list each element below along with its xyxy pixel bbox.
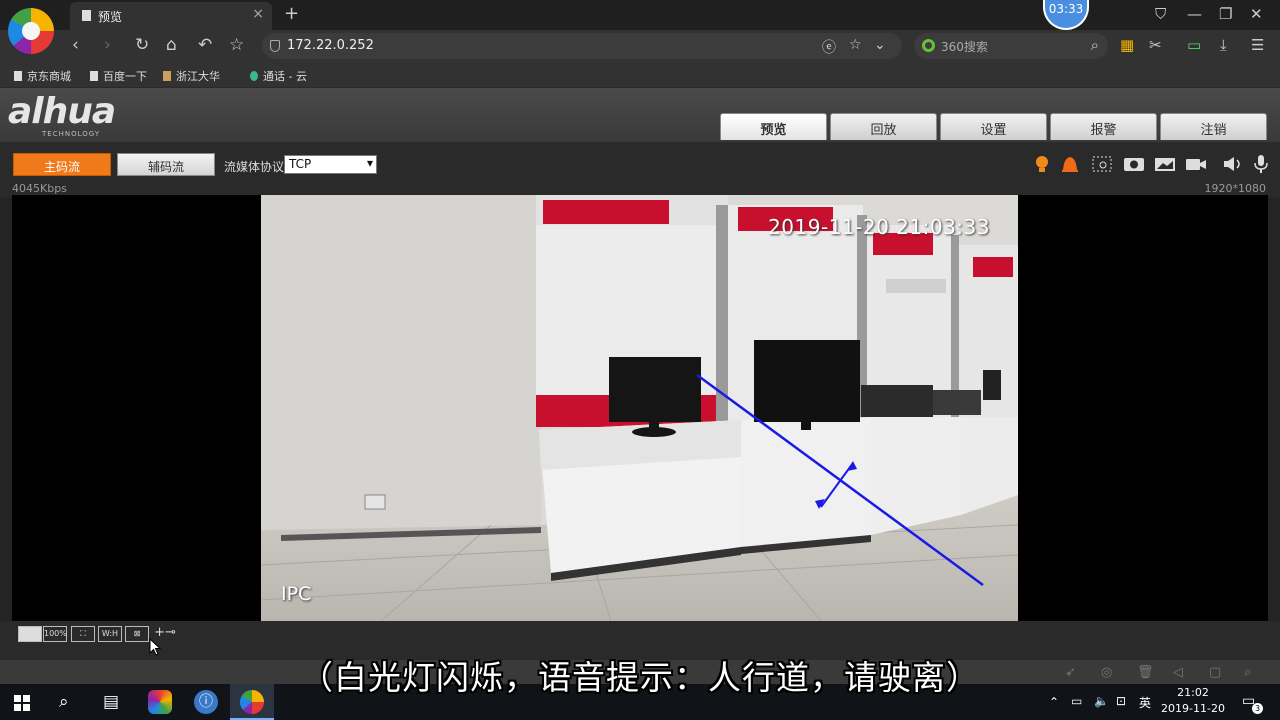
chevron-down-icon[interactable]: ⌄ — [874, 37, 886, 53]
bookmark-item[interactable]: 百度一下 — [90, 68, 147, 84]
bookmarks-bar: 京东商城 百度一下 浙江大华 通话 - 云 — [0, 62, 1280, 88]
bookmark-page-icon — [14, 71, 22, 81]
page-icon — [82, 10, 91, 21]
browser-tab[interactable]: 预览 × — [70, 2, 272, 30]
minimize-icon[interactable]: — — [1187, 5, 1202, 23]
ie-mode-icon[interactable]: ⓔ — [822, 37, 836, 57]
fullscreen-icon[interactable]: ⛶ — [71, 626, 95, 642]
clock-badge: 03:33 — [1043, 0, 1089, 30]
restore-icon[interactable]: ❐ — [1219, 5, 1232, 23]
app-header: alhua TECHNOLOGY 预览 回放 设置 报警 注销 — [0, 88, 1280, 142]
bookmark-page-icon — [90, 71, 98, 81]
security-shield-icon — [270, 40, 280, 52]
record-video-icon[interactable] — [1185, 154, 1207, 174]
preview-toolbar: 主码流 辅码流 流媒体协议 TCP ▾ 4045Kbps 1920*1080 — [0, 142, 1280, 198]
brand-logo: alhua TECHNOLOGY — [8, 91, 116, 139]
protocol-value: TCP — [289, 157, 312, 171]
reload-icon[interactable]: ↻ — [135, 35, 149, 55]
resolution-readout: 1920*1080 — [1204, 182, 1267, 195]
menu-icon[interactable]: ☰ — [1251, 36, 1264, 54]
warning-light-icon[interactable] — [1031, 154, 1053, 174]
battery-icon[interactable]: ▭ — [1187, 36, 1201, 54]
url-text[interactable]: 172.22.0.252 — [287, 38, 374, 53]
main-stream-button[interactable]: 主码流 — [13, 153, 111, 176]
scissors-icon[interactable]: ✂ — [1149, 36, 1162, 54]
download-icon[interactable]: ⤓ — [1220, 36, 1227, 54]
tab-settings[interactable]: 设置 — [940, 113, 1047, 140]
original-size-button[interactable]: 100% — [43, 626, 67, 642]
digital-zoom-icon[interactable]: ⊠ — [125, 626, 149, 642]
apps-grid-icon[interactable]: ▦ — [1120, 36, 1134, 54]
brand-wordmark: alhua — [8, 91, 116, 132]
bookmark-site-icon — [250, 71, 258, 81]
mouse-cursor-icon — [149, 638, 161, 656]
microphone-icon[interactable] — [1250, 154, 1272, 174]
bookmark-label: 浙江大华 — [176, 70, 220, 83]
browser-tab-bar: 预览 × + 03:33 ⛉ — ❐ ✕ — [0, 0, 1280, 30]
protocol-label: 流媒体协议 — [224, 160, 285, 174]
osd-channel-name: IPC — [281, 583, 312, 605]
chevron-down-icon: ▾ — [366, 156, 373, 170]
tab-logout[interactable]: 注销 — [1160, 113, 1267, 140]
audio-speaker-icon[interactable] — [1222, 154, 1244, 174]
tab-playback[interactable]: 回放 — [830, 113, 937, 140]
video-viewport[interactable]: 2019-11-20 21:03:33 IPC — [12, 195, 1268, 621]
bookmark-label: 百度一下 — [103, 70, 147, 83]
bookmark-star-icon[interactable]: ☆ — [229, 35, 244, 55]
osd-timestamp: 2019-11-20 21:03:33 — [768, 215, 990, 239]
new-tab-button[interactable]: + — [284, 3, 299, 24]
bookmark-label: 京东商城 — [27, 70, 71, 83]
browser-nav-bar: ‹ › ↻ ⌂ ↶ ☆ 172.22.0.252 ⓔ ☆ ⌄ 360搜索 ⌕ ▦… — [0, 30, 1280, 62]
bookmark-label: 通话 - 云 — [263, 70, 307, 83]
triple-snapshot-icon[interactable] — [1154, 154, 1176, 174]
camera-scene — [261, 195, 1018, 621]
skin-icon[interactable]: ⛉ — [1155, 5, 1166, 23]
close-window-icon[interactable]: ✕ — [1250, 5, 1263, 23]
region-zoom-icon[interactable] — [1091, 154, 1113, 174]
bookmark-item[interactable]: 浙江大华 — [163, 68, 220, 84]
search-icon[interactable]: ⌕ — [1091, 36, 1099, 54]
tab-alarm[interactable]: 报警 — [1050, 113, 1157, 140]
bookmark-site-icon — [163, 71, 171, 81]
video-subtitle: （白光灯闪烁，语音提示：人行道，请驶离） — [300, 658, 980, 697]
bookmark-item[interactable]: 通话 - 云 — [250, 68, 307, 84]
search-input[interactable]: 360搜索 — [941, 38, 988, 55]
notification-count-badge: 3 — [1252, 703, 1263, 714]
forward-icon[interactable]: › — [104, 35, 111, 55]
protocol-select[interactable]: TCP ▾ — [284, 155, 377, 174]
search-box[interactable]: 360搜索 ⌕ — [914, 33, 1108, 59]
tab-close-icon[interactable]: × — [252, 6, 264, 22]
home-icon[interactable]: ⌂ — [166, 35, 177, 55]
aspect-ratio-button[interactable]: W:H — [98, 626, 122, 642]
bookmark-item[interactable]: 京东商城 — [14, 68, 71, 84]
tab-title: 预览 — [98, 10, 123, 24]
siren-bell-icon[interactable] — [1059, 154, 1081, 174]
tray-date: 2019-11-20 — [1161, 702, 1225, 715]
snapshot-camera-icon[interactable] — [1123, 154, 1145, 174]
back-icon[interactable]: ‹ — [72, 35, 79, 55]
favorite-star-icon[interactable]: ☆ — [849, 37, 862, 53]
search-engine-logo-icon — [922, 39, 935, 52]
camera-frame: 2019-11-20 21:03:33 IPC — [261, 195, 1018, 621]
undo-close-icon[interactable]: ↶ — [198, 35, 212, 55]
fit-window-icon[interactable] — [18, 626, 42, 642]
sub-stream-button[interactable]: 辅码流 — [117, 153, 215, 176]
tab-preview[interactable]: 预览 — [720, 113, 827, 140]
address-bar[interactable]: 172.22.0.252 ⓔ ☆ ⌄ — [262, 33, 902, 59]
bitrate-readout: 4045Kbps — [12, 182, 67, 195]
browser-logo-icon[interactable] — [8, 8, 54, 54]
camera-web-app: alhua TECHNOLOGY 预览 回放 设置 报警 注销 主码流 辅码流 … — [0, 88, 1280, 660]
screen: 预览 × + 03:33 ⛉ — ❐ ✕ ‹ › ↻ ⌂ ↶ ☆ 172.22.… — [0, 0, 1280, 720]
